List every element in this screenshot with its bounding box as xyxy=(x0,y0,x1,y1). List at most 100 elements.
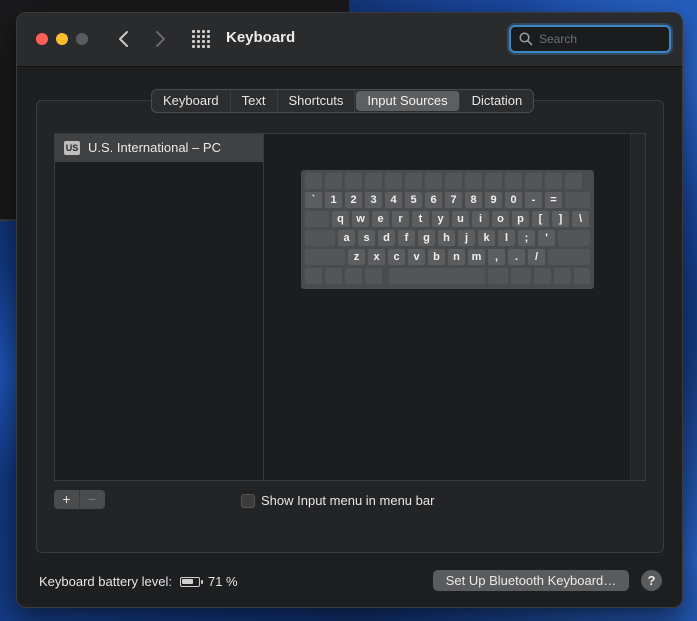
minimize-button[interactable] xyxy=(56,33,68,45)
add-input-source-button[interactable]: + xyxy=(54,490,79,509)
keyboard-key-blank xyxy=(505,173,522,189)
keyboard-key: r xyxy=(392,211,409,227)
window-title: Keyboard xyxy=(226,29,296,46)
keyboard-key: x xyxy=(368,249,385,265)
keyboard-key-blank xyxy=(389,268,485,284)
show-input-menu-option: Show Input menu in menu bar xyxy=(241,493,434,508)
keyboard-key: \ xyxy=(572,211,589,227)
keyboard-key: i xyxy=(472,211,489,227)
keyboard-key-blank xyxy=(325,173,342,189)
keyboard-key-blank xyxy=(405,173,422,189)
keyboard-key: 2 xyxy=(345,192,362,208)
search-field[interactable] xyxy=(509,25,671,53)
us-flag-icon: US xyxy=(64,141,80,155)
keyboard-key-blank xyxy=(365,268,382,284)
keyboard-key: 5 xyxy=(405,192,422,208)
forward-button[interactable] xyxy=(149,27,171,51)
add-remove-buttons: + − xyxy=(54,490,105,509)
list-item[interactable]: US U.S. International – PC xyxy=(55,134,263,162)
keyboard-preview-pane: ` 1 2 3 4 5 6 7 8 9 0- = q w e r t y u i o p[] \ a s d f g h j k l; ' z x c… xyxy=(263,133,646,481)
keyboard-key: z xyxy=(348,249,365,265)
keyboard-key-blank xyxy=(325,268,342,284)
keyboard-key-blank xyxy=(525,173,542,189)
keyboard-key: 3 xyxy=(365,192,382,208)
keyboard-key-blank xyxy=(305,268,322,284)
keyboard-key: w xyxy=(352,211,369,227)
tab-dictation[interactable]: Dictation xyxy=(461,90,534,112)
keyboard-key-blank xyxy=(534,268,551,284)
keyboard-key: ] xyxy=(552,211,569,227)
keyboard-key: m xyxy=(468,249,485,265)
show-input-menu-label[interactable]: Show Input menu in menu bar xyxy=(261,493,434,508)
keyboard-key: 1 xyxy=(325,192,342,208)
keyboard-key-blank xyxy=(385,173,402,189)
tab-keyboard[interactable]: Keyboard xyxy=(152,90,231,112)
help-button[interactable]: ? xyxy=(641,570,662,591)
keyboard-key: u xyxy=(452,211,469,227)
keyboard-key: k xyxy=(478,230,495,246)
keyboard-key-blank xyxy=(485,173,502,189)
tab-shortcuts[interactable]: Shortcuts xyxy=(278,90,356,112)
keyboard-key: n xyxy=(448,249,465,265)
keyboard-key: , xyxy=(488,249,505,265)
keyboard-key: ; xyxy=(518,230,535,246)
keyboard-key: v xyxy=(408,249,425,265)
chevron-left-icon xyxy=(119,31,128,47)
keyboard-key: . xyxy=(508,249,525,265)
show-all-grid-button[interactable] xyxy=(192,30,210,48)
keyboard-key: s xyxy=(358,230,375,246)
keyboard-key: ' xyxy=(538,230,555,246)
keyboard-key: c xyxy=(388,249,405,265)
keyboard-preferences-window: Keyboard Keyboard Text Shortcuts Input S… xyxy=(16,12,683,608)
keyboard-key-blank xyxy=(558,230,590,246)
keyboard-key: 7 xyxy=(445,192,462,208)
setup-bluetooth-keyboard-button[interactable]: Set Up Bluetooth Keyboard… xyxy=(433,570,629,591)
keyboard-key-blank xyxy=(545,173,562,189)
input-sources-list[interactable]: US U.S. International – PC xyxy=(54,133,264,481)
battery-status: Keyboard battery level: 71 % xyxy=(39,574,238,589)
keyboard-key: - xyxy=(525,192,542,208)
keyboard-key-blank xyxy=(365,173,382,189)
tab-text[interactable]: Text xyxy=(231,90,278,112)
keyboard-key: [ xyxy=(532,211,549,227)
show-input-menu-checkbox[interactable] xyxy=(241,493,255,508)
tab-bar: Keyboard Text Shortcuts Input Sources Di… xyxy=(151,89,535,113)
keyboard-key-blank xyxy=(511,268,531,284)
keyboard-key: 0 xyxy=(505,192,522,208)
keyboard-key: p xyxy=(512,211,529,227)
keyboard-key-blank xyxy=(305,211,329,227)
keyboard-key: ` xyxy=(305,192,322,208)
keyboard-key-blank xyxy=(445,173,462,189)
keyboard-layout-preview: ` 1 2 3 4 5 6 7 8 9 0- = q w e r t y u i o p[] \ a s d f g h j k l; ' z x c… xyxy=(301,170,594,289)
keyboard-key: f xyxy=(398,230,415,246)
keyboard-key: 6 xyxy=(425,192,442,208)
titlebar: Keyboard xyxy=(17,13,682,67)
scrollbar[interactable] xyxy=(630,134,645,480)
keyboard-key-blank xyxy=(345,268,362,284)
chevron-right-icon xyxy=(156,31,165,47)
keyboard-key: = xyxy=(545,192,562,208)
keyboard-key: a xyxy=(338,230,355,246)
keyboard-key: q xyxy=(332,211,349,227)
keyboard-key: h xyxy=(438,230,455,246)
keyboard-key: g xyxy=(418,230,435,246)
close-button[interactable] xyxy=(36,33,48,45)
keyboard-key-blank xyxy=(305,249,345,265)
remove-input-source-button[interactable]: − xyxy=(79,490,104,509)
keyboard-key-blank xyxy=(305,230,335,246)
search-input[interactable] xyxy=(539,30,664,48)
input-source-label: U.S. International – PC xyxy=(88,140,221,155)
keyboard-key: 8 xyxy=(465,192,482,208)
back-button[interactable] xyxy=(113,27,135,51)
battery-icon xyxy=(179,576,203,587)
keyboard-key-blank xyxy=(425,173,442,189)
tab-input-sources[interactable]: Input Sources xyxy=(356,91,460,111)
keyboard-key: l xyxy=(498,230,515,246)
keyboard-key: o xyxy=(492,211,509,227)
keyboard-key-blank xyxy=(554,268,571,284)
keyboard-key-blank xyxy=(565,173,582,189)
zoom-button[interactable] xyxy=(76,33,88,45)
keyboard-key: t xyxy=(412,211,429,227)
keyboard-key: j xyxy=(458,230,475,246)
keyboard-key-blank xyxy=(548,249,590,265)
